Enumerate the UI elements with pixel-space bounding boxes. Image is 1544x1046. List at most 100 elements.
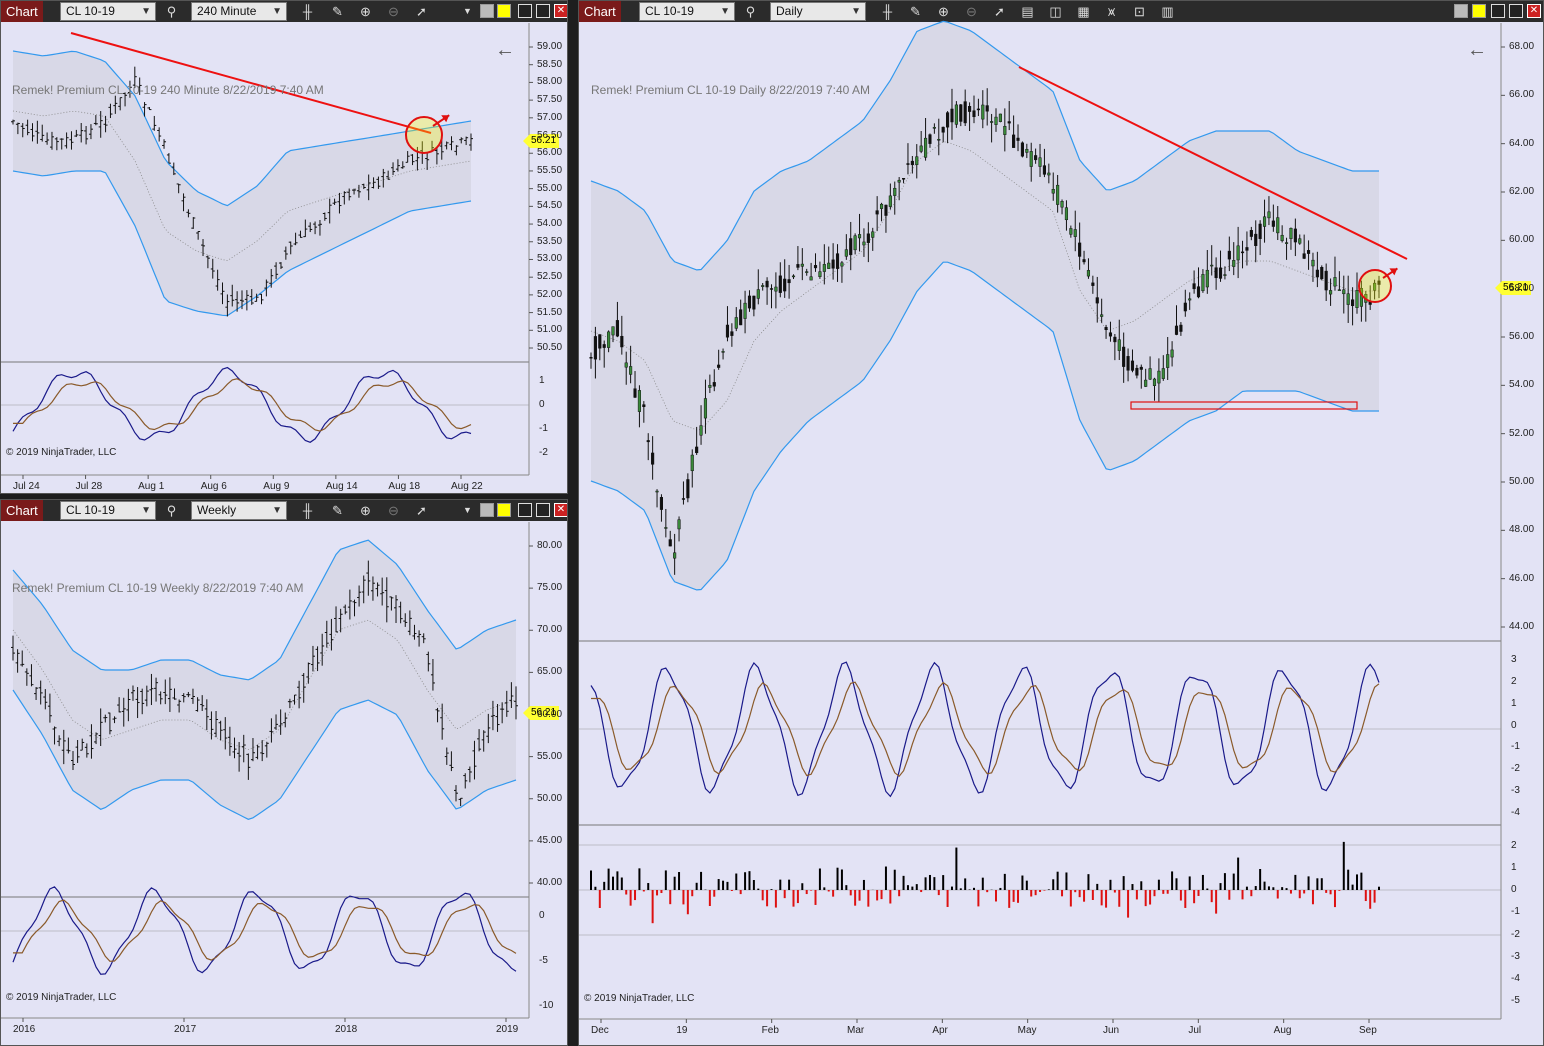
candle-body [1082, 259, 1086, 263]
candle-body [1218, 267, 1223, 279]
candle-body [1293, 228, 1297, 243]
candle-body [611, 326, 615, 336]
candle-body [1188, 298, 1192, 301]
candle-body [1064, 207, 1069, 221]
histogram-tick-label: 1 [1511, 862, 1517, 874]
histogram-tick-label: 0 [1511, 884, 1517, 896]
price-tick-label: 44.00 [1509, 621, 1535, 632]
candle-body [765, 280, 769, 288]
candle-body [906, 163, 910, 165]
candle-body [1284, 242, 1289, 244]
candle-body [1289, 227, 1293, 239]
candle-body [976, 108, 980, 111]
candle-body [1311, 259, 1315, 267]
candle-body [699, 425, 703, 436]
candle-body [849, 238, 853, 256]
date-tick-label: May [1017, 1025, 1037, 1036]
candle-body [783, 278, 787, 292]
chart-canvas-240min[interactable] [1, 1, 568, 494]
price-tick-label: 50.00 [537, 792, 563, 804]
candle-body [941, 126, 945, 133]
oscillator-tick-label: 1 [1511, 697, 1517, 709]
candle-body [747, 295, 752, 309]
back-arrow-icon[interactable]: ← [495, 39, 515, 62]
candle-body [1034, 155, 1038, 161]
candle-body [1042, 165, 1046, 175]
candle-body [879, 203, 884, 209]
oscillator-tick-label: -3 [1511, 785, 1520, 797]
candle-body [1051, 189, 1055, 194]
candle-body [800, 263, 804, 267]
price-tick-label: 51.00 [537, 324, 563, 336]
candle-body [1174, 325, 1179, 335]
copyright: © 2019 NinjaTrader, LLC [6, 992, 117, 1003]
candle-body [637, 390, 641, 412]
date-tick-label: 2019 [496, 1024, 519, 1035]
chart-window-240min: Chart CL 10-19 ▼ ⚲ 240 Minute ▼ ╫ ✎ ⊕ ⊖ ➚ … [0, 0, 568, 494]
candle-body [651, 452, 655, 465]
candle-body [827, 262, 831, 269]
date-tick-label: Feb [761, 1025, 779, 1036]
date-tick-label: Aug 22 [451, 481, 483, 492]
candle-body [857, 234, 862, 239]
candle-body [774, 286, 778, 292]
candle-body [761, 285, 765, 287]
oscillator-tick-label: -1 [539, 423, 548, 434]
price-tick-label: 65.00 [537, 666, 563, 678]
date-tick-label: Jul 24 [13, 481, 40, 492]
candle-body [752, 295, 756, 310]
candle-body [787, 279, 791, 284]
candle-body [778, 275, 782, 293]
candle-body [607, 331, 611, 348]
date-tick-label: Aug 6 [200, 481, 227, 492]
candle-body [668, 539, 672, 547]
candle-body [686, 479, 690, 499]
price-tick-label: 55.00 [537, 750, 563, 762]
price-tick-label: 56.00 [1509, 331, 1535, 342]
price-tick-label: 50.00 [1509, 476, 1535, 487]
candle-body [972, 110, 976, 118]
candle-body [884, 204, 888, 216]
candle-body [1342, 289, 1346, 295]
date-tick-label: Dec [591, 1025, 609, 1036]
candle-body [1003, 126, 1007, 135]
date-tick-label: Aug 1 [138, 481, 165, 492]
candle-body [919, 145, 923, 152]
candle-body [703, 398, 708, 419]
oscillator-tick-label: -1 [1511, 741, 1520, 753]
candle-body [664, 527, 668, 529]
candle-body [1020, 142, 1024, 157]
candle-body [1016, 137, 1020, 141]
back-arrow-icon[interactable]: ← [1467, 39, 1487, 62]
candle-body [633, 388, 637, 398]
price-tick-label: 58.50 [537, 58, 563, 70]
candle-body [990, 121, 994, 123]
histogram-tick-label: -3 [1511, 950, 1520, 962]
price-tick-label: 55.50 [537, 164, 563, 176]
candle-body [598, 334, 602, 349]
candle-body [624, 362, 628, 368]
date-tick-label: 2016 [13, 1024, 36, 1035]
candle-body [655, 490, 659, 493]
candle-body [646, 440, 650, 443]
candle-body [994, 116, 998, 125]
candle-body [1108, 332, 1113, 337]
candle-body [1166, 354, 1170, 368]
candle-body [924, 137, 928, 158]
candle-body [725, 324, 730, 338]
price-tick-label: 52.00 [537, 288, 563, 300]
price-tick-label: 75.00 [537, 582, 563, 594]
candle-body [998, 113, 1002, 122]
candle-body [743, 302, 747, 319]
candle-body [1126, 356, 1130, 371]
copyright: © 2019 NinjaTrader, LLC [6, 447, 117, 458]
candle-body [1038, 157, 1042, 167]
candle-body [1210, 264, 1214, 267]
oscillator-tick-label: 0 [539, 910, 545, 921]
candle-body [756, 289, 760, 299]
oscillator-tick-label: -10 [539, 1000, 554, 1011]
chart-label: Remek! Premium CL 10-19 240 Minute 8/22/… [12, 83, 324, 97]
price-tick-label: 55.00 [537, 182, 563, 194]
candle-body [1157, 370, 1161, 384]
chart-canvas-daily[interactable] [579, 1, 1544, 1046]
